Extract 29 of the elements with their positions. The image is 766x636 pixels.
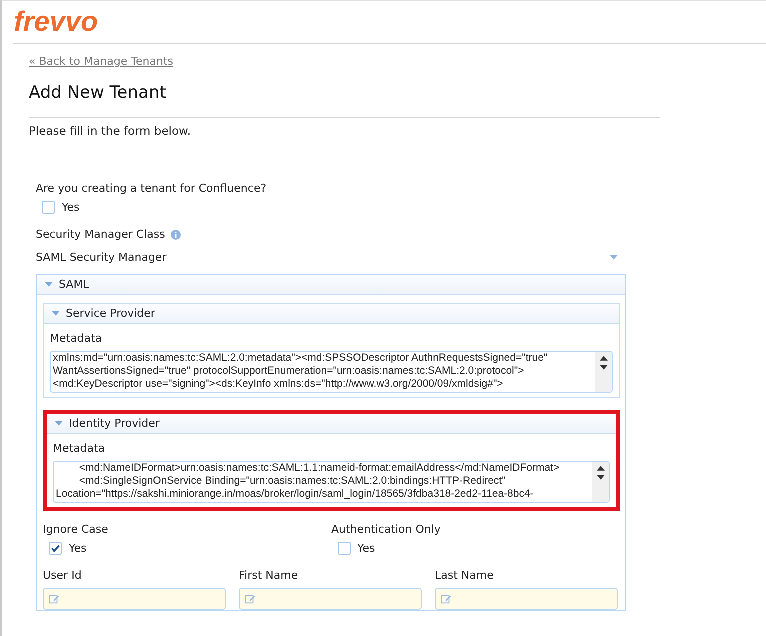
field-label: Last Name — [435, 569, 495, 582]
field-label: User Id — [43, 569, 83, 582]
field-label: Metadata — [50, 332, 104, 345]
checkbox-label: Yes — [69, 542, 87, 555]
text-field[interactable] — [239, 588, 422, 610]
edit-icon — [245, 594, 256, 604]
page-title: Add New Tenant — [29, 83, 168, 103]
edit-icon — [441, 594, 452, 604]
back-link[interactable]: « Back to Manage Tenants — [29, 55, 174, 68]
checkbox[interactable] — [338, 542, 350, 555]
logo: frevvo — [14, 5, 98, 39]
panel-header[interactable]: SAML — [37, 275, 625, 295]
text-field[interactable] — [43, 588, 226, 610]
checkbox-label: Yes — [358, 542, 376, 555]
section-header[interactable]: Service Provider — [44, 304, 619, 324]
checkbox[interactable] — [49, 542, 62, 555]
security-manager-select[interactable]: SAML Security Manager — [36, 247, 626, 266]
field-label: First Name — [239, 569, 300, 582]
question-label: Are you creating a tenant for Confluence? — [36, 182, 268, 195]
intro-text: Please fill in the form below. — [29, 124, 192, 138]
checkbox[interactable] — [42, 201, 55, 214]
field-label: Authentication Only — [332, 523, 442, 536]
field-label: Ignore Case — [43, 523, 110, 536]
field-label: Security Manager Class — [36, 228, 166, 241]
text-field[interactable] — [435, 588, 618, 610]
section-header[interactable]: Identity Provider — [47, 414, 616, 434]
checkbox-label: Yes — [62, 201, 80, 214]
edit-icon — [49, 594, 60, 604]
field-label: Metadata — [53, 442, 106, 455]
